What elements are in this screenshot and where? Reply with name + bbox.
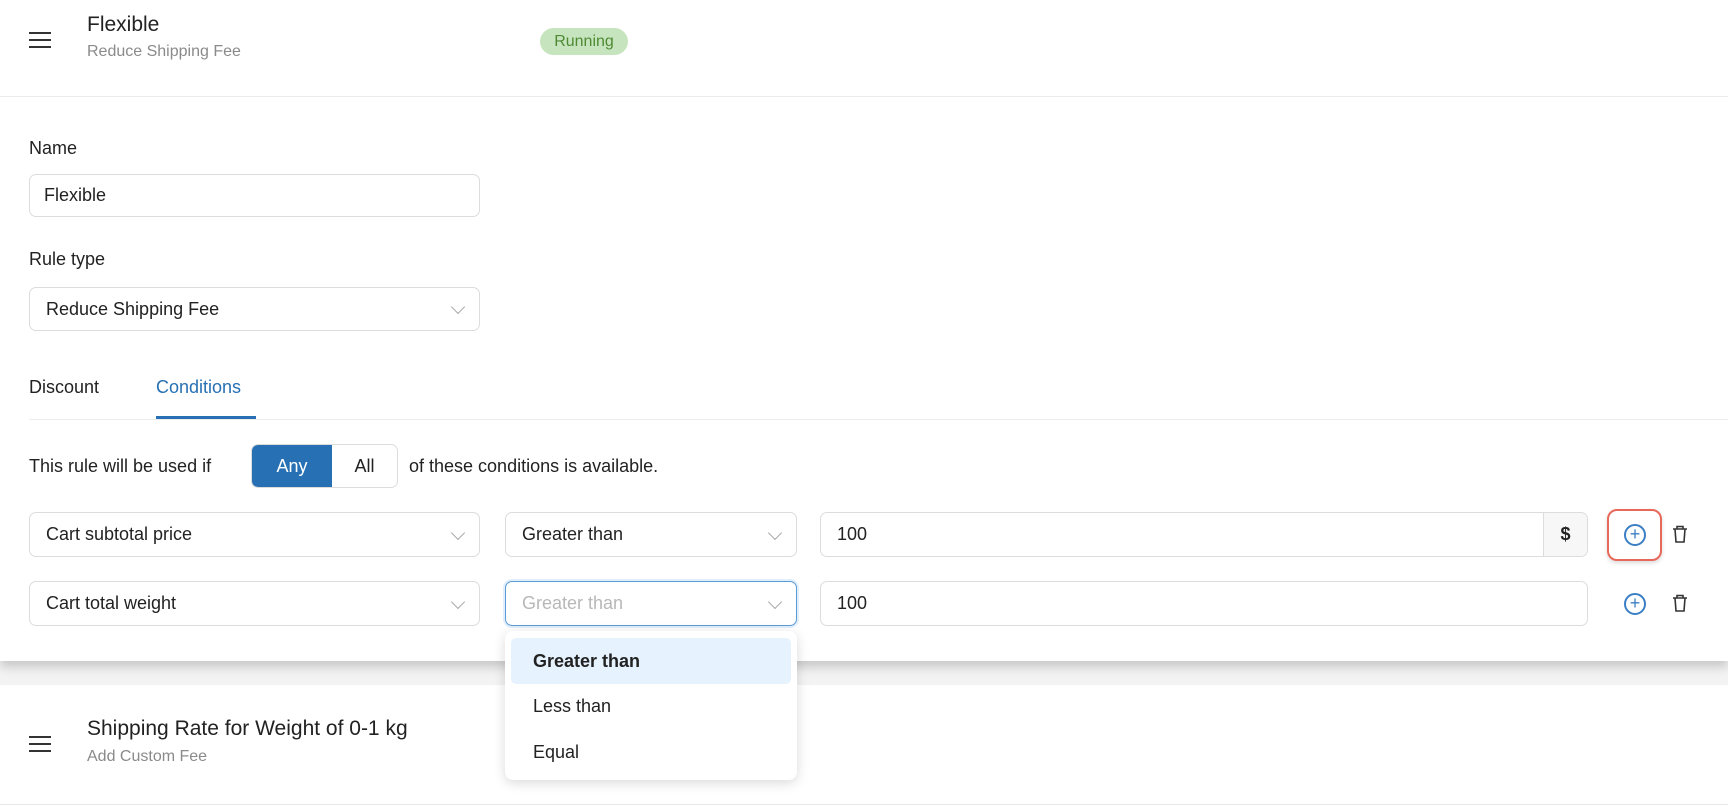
chevron-down-icon: [450, 299, 466, 315]
match-all-button[interactable]: All: [332, 445, 397, 487]
condition-value: 100: [837, 593, 868, 613]
name-label: Name: [29, 138, 78, 158]
name-input[interactable]: Flexible: [29, 174, 480, 217]
drag-handle-icon[interactable]: [29, 32, 51, 48]
condition-operator-value: Greater than: [522, 524, 624, 544]
dropdown-option-less-than[interactable]: Less than: [511, 683, 791, 729]
currency-addon: $: [1543, 513, 1587, 556]
chevron-down-icon: [767, 525, 783, 540]
rule-prefix-text: This rule will be used if: [29, 456, 212, 476]
chevron-down-icon: [450, 594, 466, 609]
rule-subtitle: Reduce Shipping Fee: [87, 43, 241, 60]
condition-value-input[interactable]: 100: [820, 581, 1588, 626]
chevron-down-icon: [767, 594, 783, 609]
rule-suffix-text: of these conditions is available.: [409, 456, 659, 476]
rule-type-select[interactable]: Reduce Shipping Fee: [29, 287, 480, 331]
trash-icon[interactable]: [1672, 525, 1688, 543]
add-condition-icon[interactable]: +: [1624, 593, 1646, 615]
rule-type-value: Reduce Shipping Fee: [46, 298, 220, 319]
match-any-button[interactable]: Any: [252, 445, 332, 487]
condition-field-value: Cart total weight: [46, 593, 177, 613]
condition-operator-select[interactable]: Greater than: [505, 512, 797, 557]
active-tab-indicator: [156, 416, 256, 419]
header-divider: [0, 96, 1728, 97]
add-condition-icon[interactable]: +: [1624, 524, 1646, 546]
name-value: Flexible: [44, 185, 107, 205]
rule-type-label: Rule type: [29, 249, 106, 269]
chevron-down-icon: [450, 525, 466, 540]
condition-value-input[interactable]: 100 $: [820, 512, 1588, 557]
condition-operator-placeholder: Greater than: [522, 593, 624, 613]
status-badge: Running: [540, 28, 628, 55]
condition-field-select[interactable]: Cart total weight: [29, 581, 480, 626]
tabs-divider: [29, 419, 1728, 420]
dropdown-option-equal[interactable]: Equal: [511, 729, 791, 775]
rule-title: Flexible: [87, 13, 160, 36]
rule-card-weight: Shipping Rate for Weight of 0-1 kg Add C…: [0, 685, 1728, 805]
rule-title: Shipping Rate for Weight of 0-1 kg: [87, 717, 408, 740]
trash-icon[interactable]: [1672, 594, 1688, 612]
dropdown-option-greater-than[interactable]: Greater than: [511, 638, 791, 684]
condition-operator-select-open[interactable]: Greater than: [505, 581, 797, 626]
drag-handle-icon[interactable]: [29, 736, 51, 752]
condition-value: 100: [837, 524, 868, 544]
condition-field-select[interactable]: Cart subtotal price: [29, 512, 480, 557]
rule-subtitle: Add Custom Fee: [87, 748, 208, 765]
tab-conditions[interactable]: Conditions: [156, 377, 241, 398]
rule-card-flexible: Flexible Reduce Shipping Fee Running Nam…: [0, 0, 1728, 661]
operator-dropdown-menu: Greater than Less than Equal: [505, 631, 797, 780]
match-toggle[interactable]: Any All: [251, 444, 398, 488]
condition-field-value: Cart subtotal price: [46, 524, 193, 544]
tab-discount[interactable]: Discount: [29, 377, 99, 398]
